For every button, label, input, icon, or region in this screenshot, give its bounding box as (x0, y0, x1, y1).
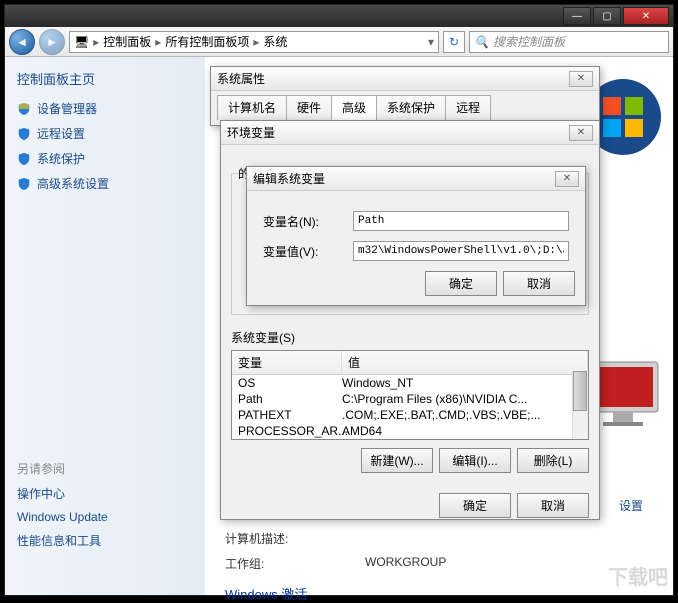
dialog-close-button[interactable]: ✕ (555, 171, 579, 187)
ok-button[interactable]: 确定 (439, 493, 511, 518)
edit-system-variable-dialog: 编辑系统变量 ✕ 变量名(N): 变量值(V): 确定 取消 (246, 166, 586, 306)
variable-name-label: 变量名(N): (263, 213, 343, 230)
info-label: 工作组: (225, 555, 365, 572)
cancel-button[interactable]: 取消 (503, 271, 575, 296)
breadcrumb-item[interactable]: 控制面板 (103, 33, 151, 50)
info-row-desc: 计算机描述: (225, 530, 653, 547)
dialog-titlebar: 系统属性 ✕ (211, 67, 599, 91)
table-row[interactable]: PathC:\Program Files (x86)\NVIDIA C... (232, 391, 588, 407)
tab-remote[interactable]: 远程 (445, 95, 491, 120)
refresh-button[interactable]: ↻ (443, 31, 465, 53)
table-row[interactable]: PATHEXT.COM;.EXE;.BAT;.CMD;.VBS;.VBE;... (232, 407, 588, 423)
dialog-title: 系统属性 (217, 70, 265, 87)
table-row[interactable]: PROCESSOR_AR...AMD64 (232, 423, 588, 439)
sidebar-link-device-manager[interactable]: 设备管理器 (17, 100, 193, 117)
system-properties-dialog: 系统属性 ✕ 计算机名 硬件 高级 系统保护 远程 (210, 66, 600, 126)
system-vars-label: 系统变量(S) (231, 329, 589, 346)
chevron-right-icon: ▸ (93, 35, 99, 49)
tab-computer-name[interactable]: 计算机名 (217, 95, 287, 120)
dialog-title: 环境变量 (227, 124, 275, 141)
new-button[interactable]: 新建(W)... (361, 448, 433, 473)
shield-icon (17, 152, 31, 166)
shield-icon (17, 177, 31, 191)
nav-bar: ◄ ► 🖥 ▸ 控制面板 ▸ 所有控制面板项 ▸ 系统 ▾ ↻ 🔍 搜索控制面板 (5, 27, 673, 57)
sidebar-ref-windows-update[interactable]: Windows Update (17, 510, 193, 524)
dialog-close-button[interactable]: ✕ (569, 71, 593, 87)
tabs: 计算机名 硬件 高级 系统保护 远程 (211, 91, 599, 120)
back-button[interactable]: ◄ (9, 29, 35, 55)
info-row-workgroup: 工作组: WORKGROUP (225, 555, 653, 572)
dropdown-icon[interactable]: ▾ (428, 35, 434, 49)
cancel-button[interactable]: 取消 (517, 493, 589, 518)
change-settings-link[interactable]: 设置 (619, 497, 643, 514)
shield-icon (17, 102, 31, 116)
dialog-titlebar: 环境变量 ✕ (221, 121, 599, 145)
sidebar-title: 控制面板主页 (17, 69, 193, 88)
sidebar-link-label: 设备管理器 (37, 100, 97, 117)
search-input[interactable]: 🔍 搜索控制面板 (469, 31, 669, 53)
sidebar: 控制面板主页 设备管理器 远程设置 系统保护 高级系统设置 另请参阅 操作中心 … (5, 57, 205, 595)
variable-value-label: 变量值(V): (263, 243, 343, 260)
minimize-button[interactable]: — (563, 7, 591, 25)
close-button[interactable]: ✕ (623, 7, 669, 25)
forward-button[interactable]: ► (39, 29, 65, 55)
breadcrumb-item[interactable]: 系统 (263, 33, 287, 50)
tab-protection[interactable]: 系统保护 (376, 95, 446, 120)
chevron-right-icon: ▸ (253, 35, 259, 49)
col-value[interactable]: 值 (342, 351, 588, 374)
sidebar-ref-action-center[interactable]: 操作中心 (17, 485, 193, 502)
sidebar-link-protection[interactable]: 系统保护 (17, 150, 193, 167)
tab-hardware[interactable]: 硬件 (286, 95, 332, 120)
see-also-label: 另请参阅 (17, 460, 193, 477)
edit-button[interactable]: 编辑(I)... (439, 448, 511, 473)
chevron-right-icon: ▸ (155, 35, 161, 49)
sidebar-ref-performance[interactable]: 性能信息和工具 (17, 532, 193, 549)
dialog-titlebar: 编辑系统变量 ✕ (247, 167, 585, 191)
delete-button[interactable]: 删除(L) (517, 448, 589, 473)
table-header: 变量 值 (232, 351, 588, 375)
title-bar: — ▢ ✕ (5, 5, 673, 27)
sidebar-link-remote[interactable]: 远程设置 (17, 125, 193, 142)
dialog-button-row: 确定 取消 (257, 271, 575, 296)
sidebar-link-label: 远程设置 (37, 125, 85, 142)
table-row[interactable]: OSWindows_NT (232, 375, 588, 391)
info-label: 计算机描述: (225, 530, 365, 547)
info-value: WORKGROUP (365, 555, 446, 572)
search-icon: 🔍 (474, 35, 489, 49)
variable-name-input[interactable] (353, 211, 569, 231)
search-placeholder: 搜索控制面板 (493, 33, 565, 50)
tab-advanced[interactable]: 高级 (331, 95, 377, 120)
form-row-value: 变量值(V): (263, 241, 569, 261)
sidebar-link-label: 高级系统设置 (37, 175, 109, 192)
dialog-close-button[interactable]: ✕ (569, 125, 593, 141)
sidebar-link-label: 系统保护 (37, 150, 85, 167)
activation-heading: Windows 激活 (225, 584, 653, 603)
system-vars-table[interactable]: 变量 值 OSWindows_NT PathC:\Program Files (… (231, 350, 589, 440)
shield-icon (17, 127, 31, 141)
sysvar-button-row: 新建(W)... 编辑(I)... 删除(L) (231, 448, 589, 473)
dialog-title: 编辑系统变量 (253, 170, 325, 187)
table-body: OSWindows_NT PathC:\Program Files (x86)\… (232, 375, 588, 439)
computer-icon: 🖥 (74, 35, 89, 49)
variable-value-input[interactable] (353, 241, 569, 261)
scrollbar-thumb[interactable] (573, 371, 587, 411)
dialog-body: 变量名(N): 变量值(V): 确定 取消 (247, 191, 585, 306)
scrollbar[interactable] (572, 371, 588, 439)
breadcrumb[interactable]: 🖥 ▸ 控制面板 ▸ 所有控制面板项 ▸ 系统 ▾ (69, 31, 439, 53)
breadcrumb-item[interactable]: 所有控制面板项 (165, 33, 249, 50)
ok-button[interactable]: 确定 (425, 271, 497, 296)
maximize-button[interactable]: ▢ (593, 7, 621, 25)
dialog-button-row: 确定 取消 (231, 493, 589, 518)
col-variable[interactable]: 变量 (232, 351, 342, 374)
form-row-name: 变量名(N): (263, 211, 569, 231)
sidebar-link-advanced[interactable]: 高级系统设置 (17, 175, 193, 192)
